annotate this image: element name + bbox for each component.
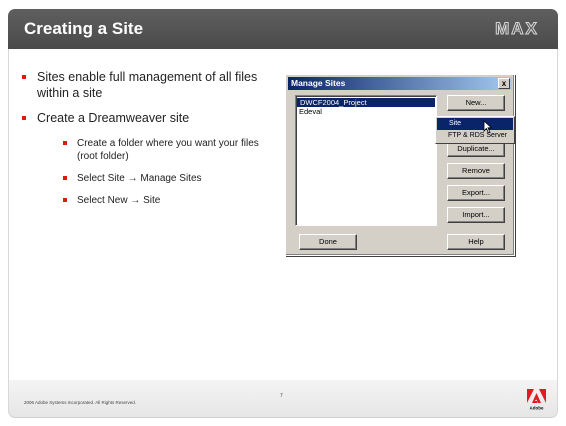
sub-bullet-list: Create a folder where you want your file…	[63, 137, 277, 207]
sub-bullet-item: Create a folder where you want your file…	[63, 137, 275, 163]
bullet-marker	[63, 197, 67, 202]
sub-bullet-item: Select New → Site	[63, 194, 275, 207]
manage-sites-dialog: Manage Sites x DWCF2004_Project Edeval N…	[285, 74, 515, 256]
slide: Creating a Site MAX Sites enable full ma…	[0, 0, 566, 426]
site-list[interactable]: DWCF2004_Project Edeval	[295, 95, 437, 226]
sub-bullet-text: Select Site → Manage Sites	[77, 172, 202, 184]
close-button[interactable]: x	[498, 78, 510, 89]
svg-text:MAX: MAX	[495, 19, 539, 38]
bullet-marker	[63, 140, 67, 145]
bullet-marker	[63, 175, 67, 180]
bullet-item: Sites enable full management of all file…	[22, 70, 277, 101]
bullet-text: Sites enable full management of all file…	[37, 70, 258, 100]
slide-title: Creating a Site	[24, 19, 144, 38]
import-button[interactable]: Import...	[447, 207, 505, 223]
copyright-text: 2006 Adobe Systems Incorporated. All Rig…	[24, 400, 137, 405]
sub-bullet-item: Select Site → Manage Sites	[63, 172, 275, 185]
site-list-item[interactable]: DWCF2004_Project	[297, 98, 435, 107]
title-bar: Creating a Site MAX	[8, 9, 558, 49]
site-list-item[interactable]: Edeval	[296, 107, 436, 116]
bullet-list: Sites enable full management of all file…	[22, 70, 277, 216]
sub-bullet-text: Select New → Site	[77, 194, 161, 206]
arrow-cursor-icon	[483, 120, 493, 134]
new-dropdown-menu: Site FTP & RDS Server	[435, 116, 515, 144]
bullet-marker	[22, 75, 26, 79]
bullet-item: Create a Dreamweaver site	[22, 111, 277, 127]
footer-band	[8, 380, 558, 418]
new-button[interactable]: New...	[447, 95, 505, 111]
svg-text:Adobe: Adobe	[530, 406, 544, 411]
sub-bullet-text: Create a folder where you want your file…	[77, 137, 259, 162]
help-button[interactable]: Help	[447, 234, 505, 250]
dialog-titlebar: Manage Sites x	[288, 77, 512, 90]
adobe-logo-icon: Adobe	[527, 389, 546, 411]
done-button[interactable]: Done	[299, 234, 357, 250]
max-logo-icon: MAX	[495, 19, 539, 39]
menu-item-ftp-rds-server[interactable]: FTP & RDS Server	[436, 130, 514, 142]
bullet-text: Create a Dreamweaver site	[37, 111, 190, 125]
menu-item-site[interactable]: Site	[437, 118, 513, 130]
bullet-marker	[22, 116, 26, 120]
export-button[interactable]: Export...	[447, 185, 505, 201]
dialog-title: Manage Sites	[291, 78, 346, 88]
page-number: 7	[280, 393, 283, 399]
remove-button[interactable]: Remove	[447, 163, 505, 179]
